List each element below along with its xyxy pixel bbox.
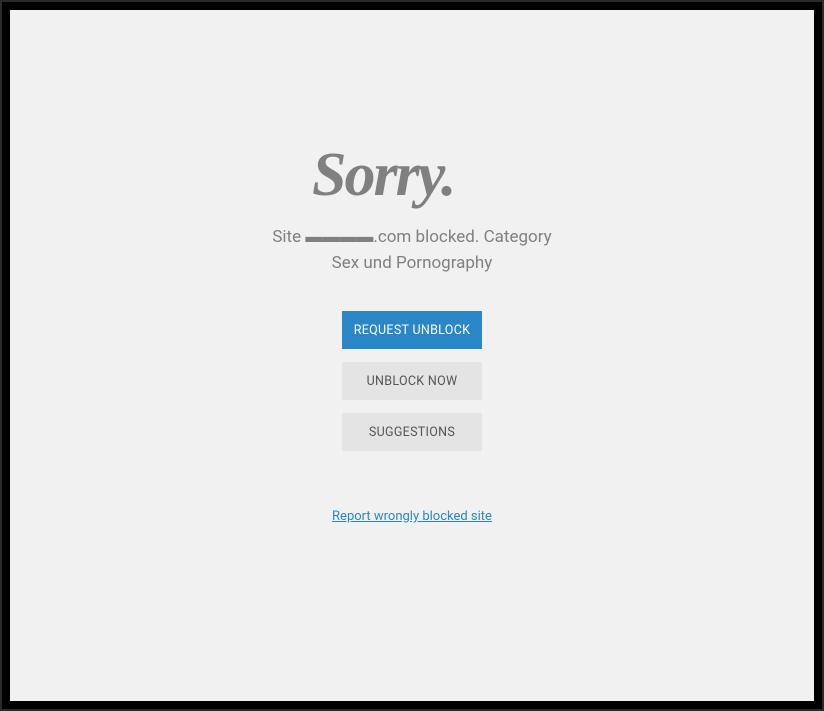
svg-text:Sorry.: Sorry. <box>312 141 454 209</box>
sorry-heading: Sorry. <box>312 140 512 215</box>
request-unblock-button[interactable]: REQUEST UNBLOCK <box>342 311 482 349</box>
blocked-page-content: Sorry. Site ▬▬▬▬.com blocked. Category S… <box>10 10 814 701</box>
blocked-message: Site ▬▬▬▬.com blocked. Category Sex und … <box>262 225 562 276</box>
window-frame: Sorry. Site ▬▬▬▬.com blocked. Category S… <box>2 2 822 709</box>
unblock-now-button[interactable]: UNBLOCK NOW <box>342 362 482 400</box>
suggestions-button[interactable]: SUGGESTIONS <box>342 413 482 451</box>
report-link[interactable]: Report wrongly blocked site <box>332 509 492 524</box>
